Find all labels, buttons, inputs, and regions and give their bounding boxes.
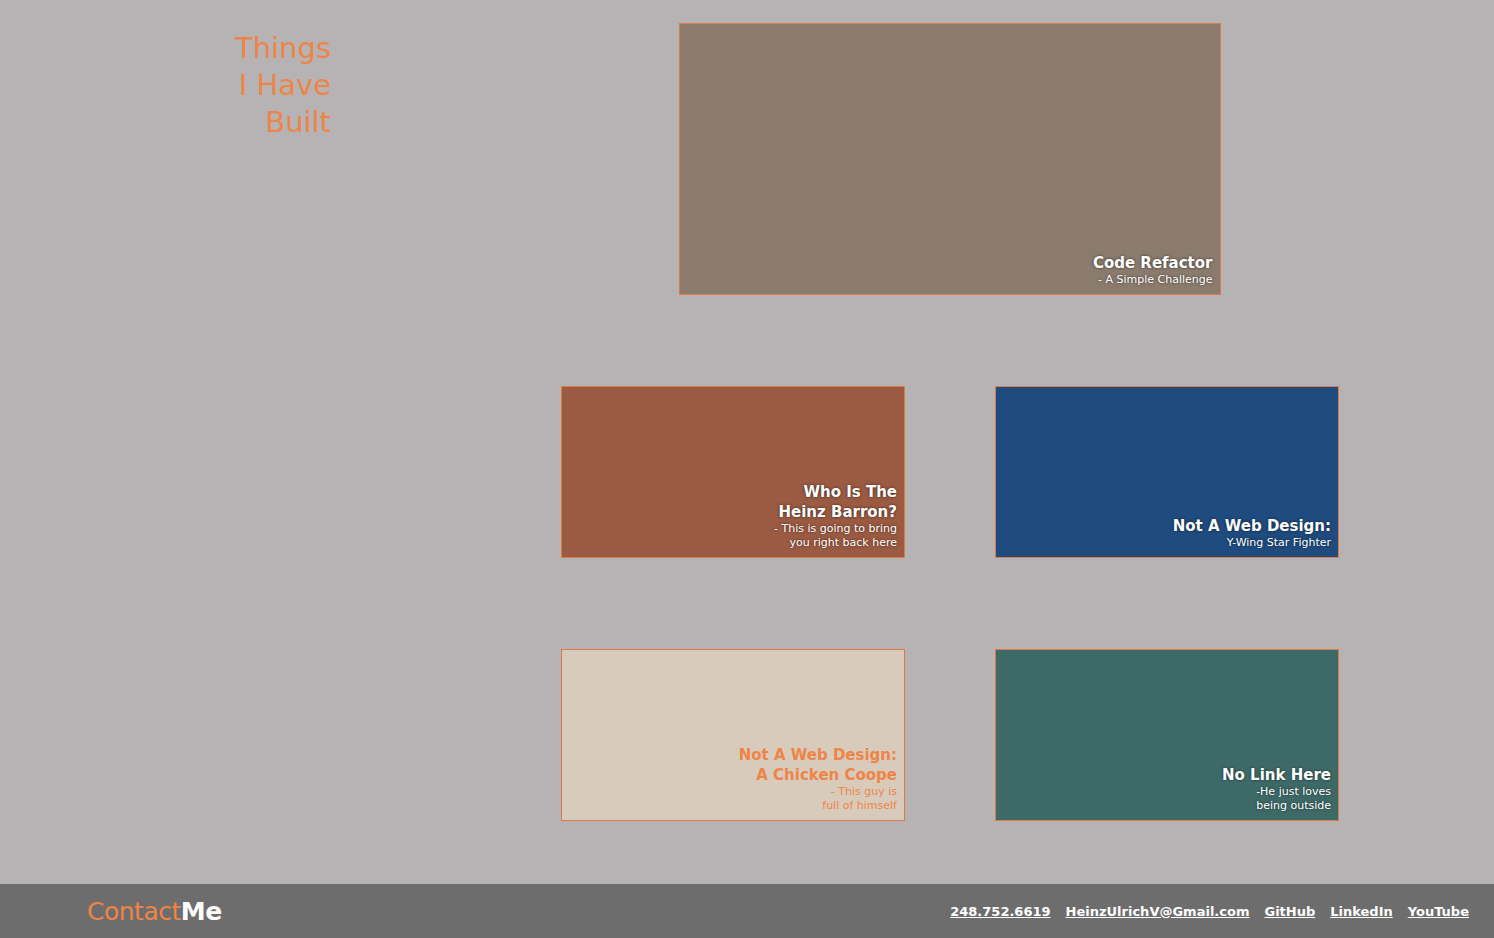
card-title: Not A Web Design: xyxy=(1173,516,1331,536)
card-subtitle: - A Simple Challenge xyxy=(1093,273,1213,287)
project-grid: Who Is TheHeinz Barron?- This is going t… xyxy=(561,386,1338,821)
card-caption: Code Refactor- A Simple Challenge xyxy=(1093,253,1213,287)
heading-column: ThingsI HaveBuilt xyxy=(0,23,331,821)
footer: ContactMe 248.752.6619 HeinzUlrichV@Gmail.… xyxy=(0,884,1494,938)
card-title: No Link Here xyxy=(1222,765,1331,785)
logo-accent: Contact xyxy=(87,897,181,926)
main-content: ThingsI HaveBuilt Code Refactor- A Simple… xyxy=(0,0,1494,821)
contact-link[interactable]: GitHub xyxy=(1264,904,1315,919)
project-card[interactable]: Not A Web Design:Y-Wing Star Fighter xyxy=(995,386,1339,558)
card-subtitle: being outside xyxy=(1222,799,1331,813)
heading-line: I Have xyxy=(0,67,331,104)
card-title: Heinz Barron? xyxy=(774,502,897,522)
card-caption: Who Is TheHeinz Barron?- This is going t… xyxy=(774,482,897,550)
project-card[interactable]: No Link Here-He just lovesbeing outside xyxy=(995,649,1339,821)
card-title: Code Refactor xyxy=(1093,253,1213,273)
featured-project-card[interactable]: Code Refactor- A Simple Challenge xyxy=(679,23,1221,295)
heading-line: Built xyxy=(0,104,331,141)
card-subtitle: -He just loves xyxy=(1222,785,1331,799)
project-card[interactable]: Who Is TheHeinz Barron?- This is going t… xyxy=(561,386,905,558)
card-caption: No Link Here-He just lovesbeing outside xyxy=(1222,765,1331,813)
card-title: Not A Web Design: xyxy=(739,745,897,765)
contact-links: 248.752.6619 HeinzUlrichV@Gmail.com GitHub… xyxy=(950,904,1469,919)
card-subtitle: - This guy is xyxy=(739,785,897,799)
contact-link[interactable]: LinkedIn xyxy=(1330,904,1393,919)
card-title: A Chicken Coope xyxy=(739,765,897,785)
card-subtitle: Y-Wing Star Fighter xyxy=(1173,536,1331,550)
card-subtitle: - This is going to bring xyxy=(774,522,897,536)
logo-rest: Me xyxy=(181,897,222,926)
projects: Code Refactor- A Simple Challenge Who Is … xyxy=(561,23,1338,821)
card-subtitle: full of himself xyxy=(739,799,897,813)
card-caption: Not A Web Design:A Chicken Coope- This g… xyxy=(739,745,897,813)
contact-link[interactable]: 248.752.6619 xyxy=(950,904,1050,919)
contact-logo: ContactMe xyxy=(87,897,222,926)
card-caption: Not A Web Design:Y-Wing Star Fighter xyxy=(1173,516,1331,550)
card-title: Who Is The xyxy=(774,482,897,502)
project-card[interactable]: Not A Web Design:A Chicken Coope- This g… xyxy=(561,649,905,821)
heading-line: Things xyxy=(0,30,331,67)
contact-link[interactable]: HeinzUlrichV@Gmail.com xyxy=(1066,904,1250,919)
page: ThingsI HaveBuilt Code Refactor- A Simple… xyxy=(0,0,1494,938)
section-heading: ThingsI HaveBuilt xyxy=(0,30,331,141)
card-subtitle: you right back here xyxy=(774,536,897,550)
contact-link[interactable]: YouTube xyxy=(1408,904,1469,919)
